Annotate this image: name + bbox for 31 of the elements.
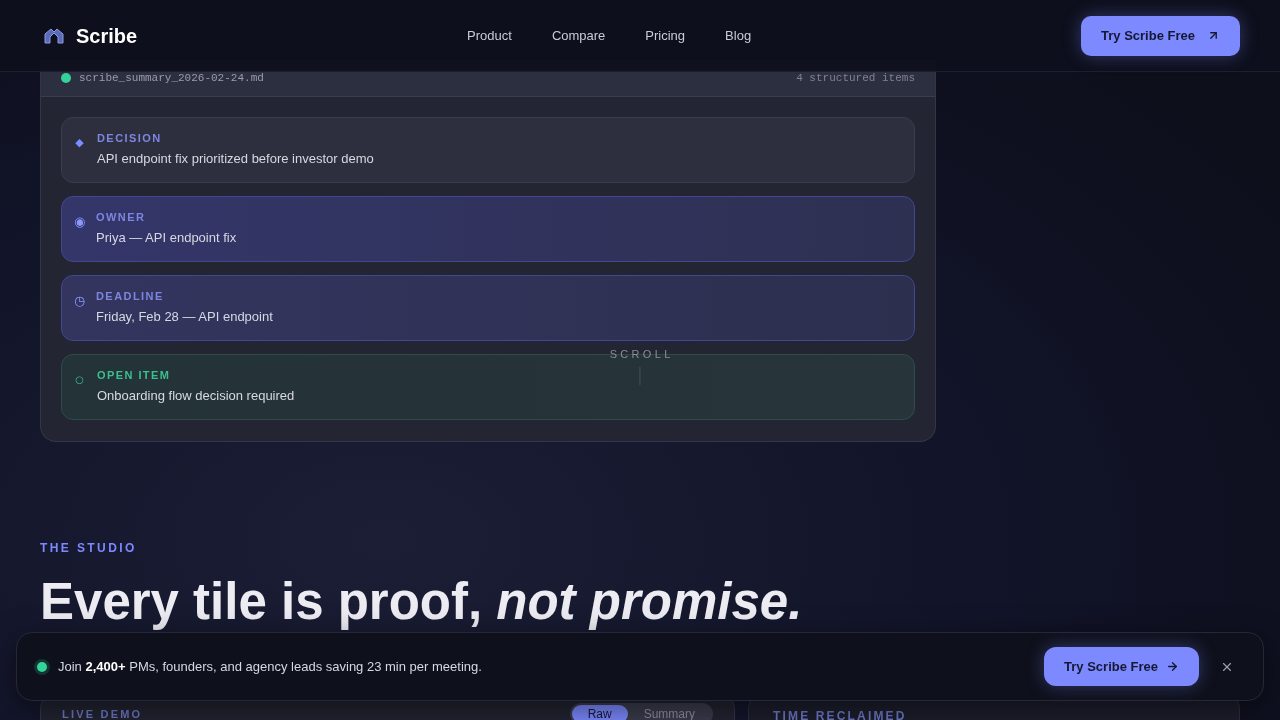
circle-icon: ○ bbox=[74, 373, 85, 387]
brand-name[interactable]: Scribe bbox=[76, 20, 138, 51]
target-icon: ◉ bbox=[74, 215, 85, 229]
card-label: TIME RECLAIMED bbox=[773, 708, 907, 720]
toggle-tab[interactable]: Raw bbox=[571, 705, 628, 720]
item-text: Friday, Feb 28 — API endpoint bbox=[96, 308, 273, 326]
item-label: OPEN ITEM bbox=[97, 368, 172, 382]
try-free-button[interactable]: Try Scribe Free bbox=[1081, 15, 1240, 56]
try-free-button[interactable]: Try Scribe Free bbox=[1044, 647, 1199, 686]
nav-link[interactable]: Product bbox=[467, 25, 512, 46]
section-heading: Every tile is proof, not promise. bbox=[40, 572, 803, 632]
item-count: 4 structured items bbox=[796, 70, 915, 86]
arrow-up-right-icon bbox=[1207, 29, 1220, 42]
item-label: DECISION bbox=[97, 131, 163, 145]
card-label: LIVE DEMO bbox=[62, 707, 143, 720]
banner-message: Join 2,400+ PMs, founders, and agency leads saving 23 min per meeting. bbox=[58, 657, 482, 676]
logo-icon bbox=[44, 27, 64, 44]
nav-link[interactable]: Blog bbox=[725, 25, 752, 46]
clock-icon: ◷ bbox=[74, 294, 85, 308]
diamond-icon: ◆ bbox=[74, 136, 85, 150]
nav-link[interactable]: Compare bbox=[551, 25, 606, 46]
section-eyebrow: THE STUDIO bbox=[40, 540, 137, 556]
item-text: Onboarding flow decision required bbox=[97, 387, 295, 405]
item-label: OWNER bbox=[96, 210, 147, 224]
arrow-right-icon bbox=[1166, 660, 1179, 673]
item-text: API endpoint fix prioritized before investor demo bbox=[97, 150, 374, 168]
file-name: scribe_summary_2026-02-24.md bbox=[79, 70, 264, 86]
nav-link[interactable]: Pricing bbox=[645, 25, 686, 46]
scroll-hint: SCROLL bbox=[608, 347, 674, 361]
item-label: DEADLINE bbox=[96, 289, 165, 303]
item-text: Priya — API endpoint fix bbox=[96, 229, 237, 247]
